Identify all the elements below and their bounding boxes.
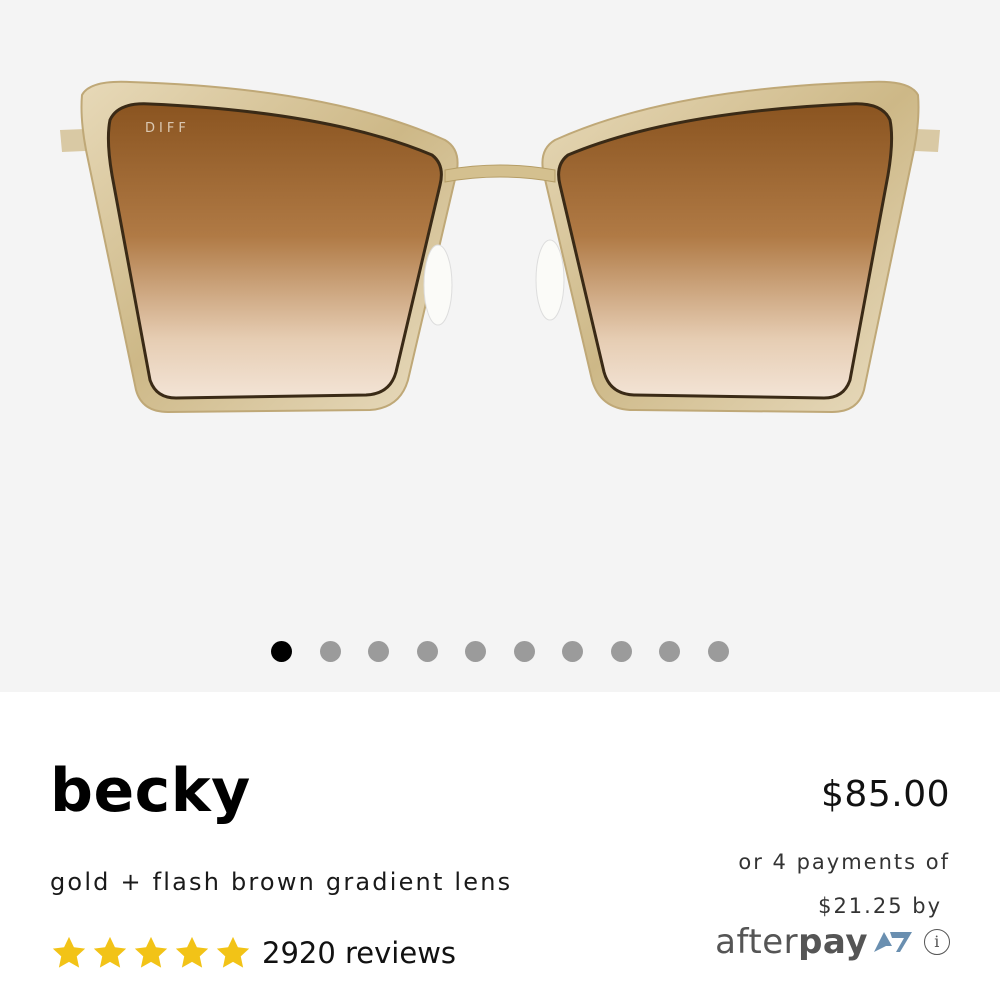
afterpay-badge[interactable]: afterpay i <box>715 922 950 962</box>
product-variant: gold + flash brown gradient lens <box>50 868 513 896</box>
carousel-dots <box>0 641 1000 663</box>
star-icon <box>52 936 86 968</box>
carousel-dot-7[interactable] <box>562 641 584 662</box>
carousel-dot-4[interactable] <box>416 641 438 662</box>
review-count-link[interactable]: 2920 reviews <box>262 936 456 970</box>
brand-mark: DIFF <box>145 121 190 136</box>
afterpay-logo-icon <box>874 932 912 952</box>
carousel-dot-1[interactable] <box>271 641 293 662</box>
info-icon[interactable]: i <box>924 929 950 955</box>
afterpay-wordmark: afterpay <box>715 922 868 962</box>
installment-line-1: or 4 payments of <box>738 850 950 874</box>
carousel-dot-6[interactable] <box>513 641 535 662</box>
carousel-dot-9[interactable] <box>659 641 681 662</box>
product-title: becky <box>50 756 251 826</box>
product-price: $85.00 <box>821 774 950 815</box>
carousel-dot-5[interactable] <box>465 641 487 662</box>
carousel-dot-8[interactable] <box>610 641 632 662</box>
afterpay-installment-text: or 4 payments of $21.25 by <box>630 840 950 928</box>
star-icon <box>216 936 250 968</box>
star-rating <box>50 934 252 972</box>
product-image-gallery[interactable]: DIFF <box>0 0 1000 692</box>
carousel-dot-2[interactable] <box>319 641 341 662</box>
carousel-dot-3[interactable] <box>368 641 390 662</box>
star-icon <box>134 936 168 968</box>
star-icon <box>175 936 209 968</box>
carousel-dot-10[interactable] <box>707 641 729 662</box>
star-icon <box>93 936 127 968</box>
rating-summary[interactable]: 2920 reviews <box>50 934 456 972</box>
sunglasses-image: DIFF <box>60 80 940 414</box>
